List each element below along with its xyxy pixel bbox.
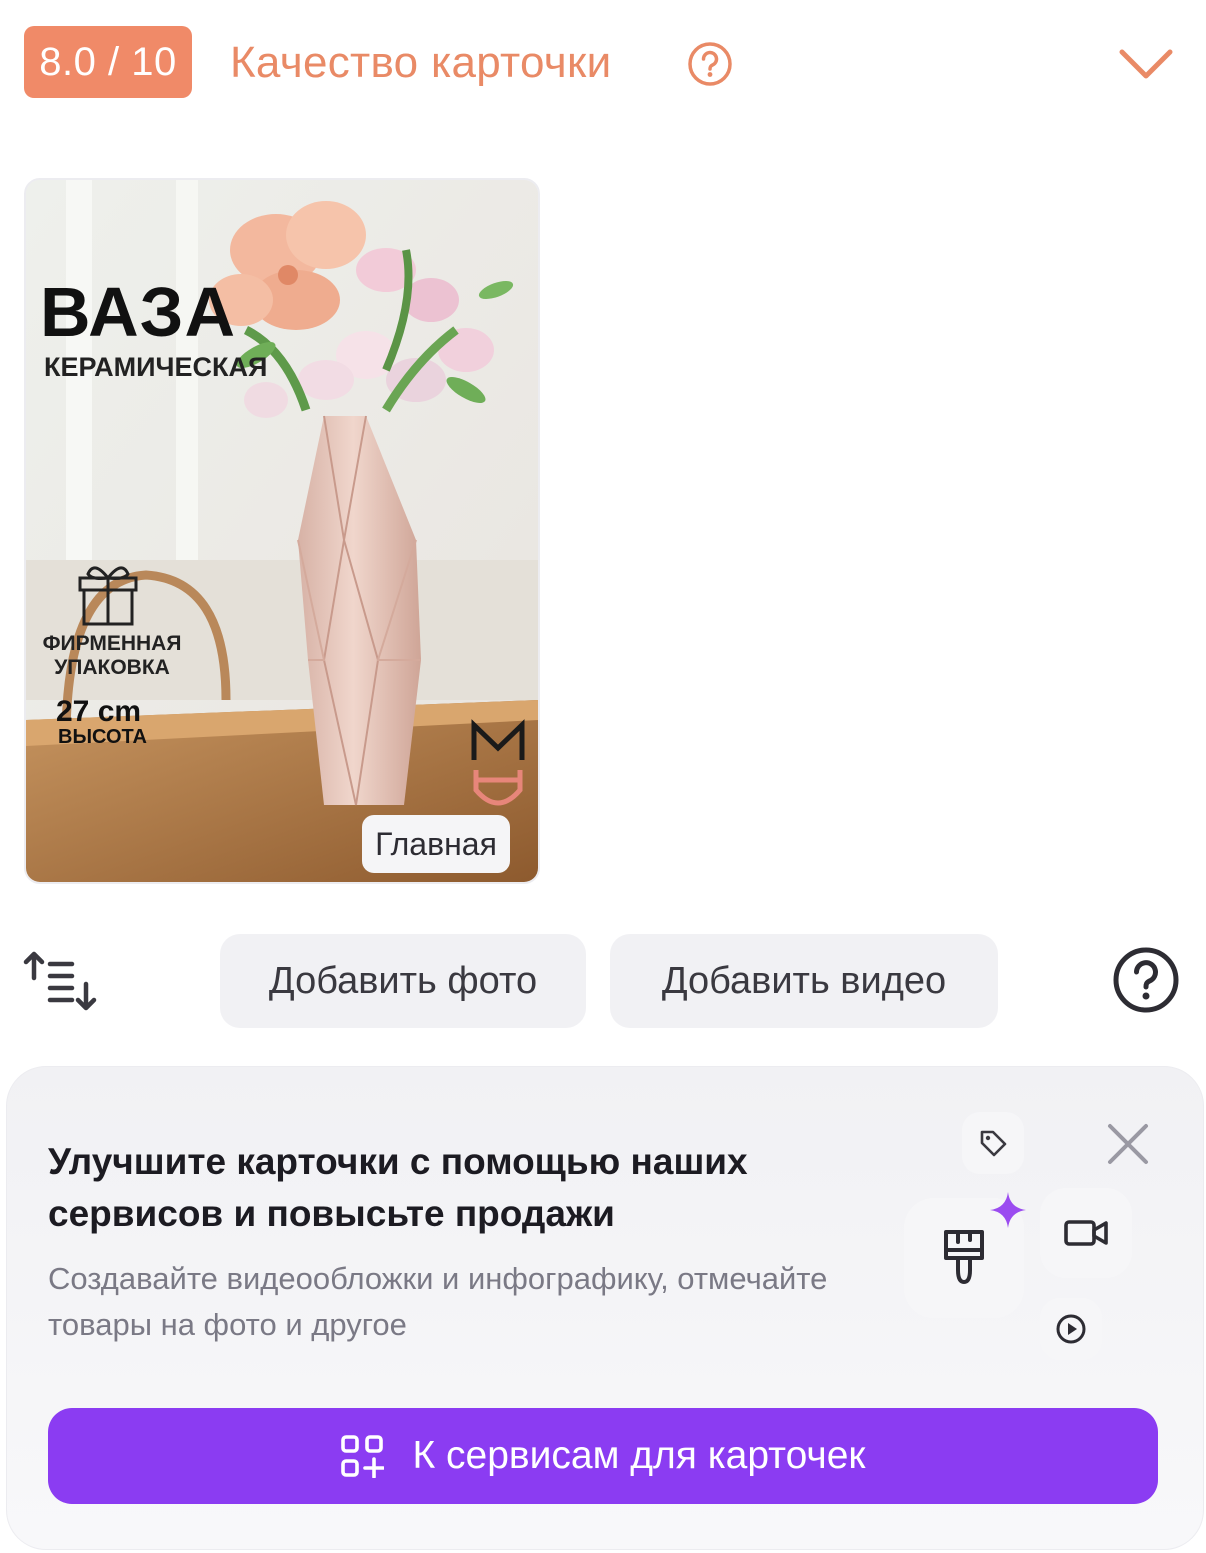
quality-title[interactable]: Качество карточки — [230, 38, 611, 88]
quality-score-badge: 8.0 / 10 — [24, 26, 192, 98]
chevron-down-icon[interactable] — [1118, 44, 1174, 84]
add-video-button[interactable]: Добавить видео — [610, 934, 998, 1028]
promo-description: Создавайте видеообложки и инфографику, о… — [48, 1261, 828, 1342]
video-camera-icon — [1064, 1220, 1108, 1246]
question-circle-icon[interactable] — [1112, 946, 1180, 1014]
grid-plus-icon — [341, 1435, 385, 1478]
height-value-text: 27 cm — [56, 695, 142, 728]
sparkle-icon — [990, 1192, 1026, 1228]
card-services-button[interactable]: К сервисам для карточек — [48, 1408, 1158, 1504]
card-services-label: К сервисам для карточек — [412, 1434, 866, 1477]
tag-tile — [962, 1112, 1024, 1174]
add-photo-button[interactable]: Добавить фото — [220, 934, 586, 1028]
tag-icon — [980, 1130, 1007, 1157]
sort-icon[interactable] — [22, 948, 100, 1014]
question-circle-icon[interactable] — [687, 41, 733, 87]
main-photo-card[interactable]: ВАЗА КЕРАМИЧЕСКАЯ ФИРМЕННАЯ УПАКОВКА 27 … — [24, 178, 540, 884]
photo-title-text: ВАЗА — [40, 273, 237, 351]
paint-brush-icon — [944, 1230, 984, 1284]
packaging-text: ФИРМЕННАЯ УПАКОВКА — [42, 632, 182, 679]
main-photo-badge: Главная — [362, 815, 510, 873]
close-icon[interactable] — [1104, 1120, 1152, 1168]
video-tile — [1040, 1188, 1132, 1278]
height-label-text: ВЫСОТА — [58, 726, 147, 748]
play-tile — [1040, 1298, 1102, 1360]
promo-title: Улучшите карточки с помощью наших сервис… — [48, 1141, 748, 1234]
photo-subtitle-text: КЕРАМИЧЕСКАЯ — [44, 352, 268, 382]
play-icon — [1056, 1314, 1086, 1344]
